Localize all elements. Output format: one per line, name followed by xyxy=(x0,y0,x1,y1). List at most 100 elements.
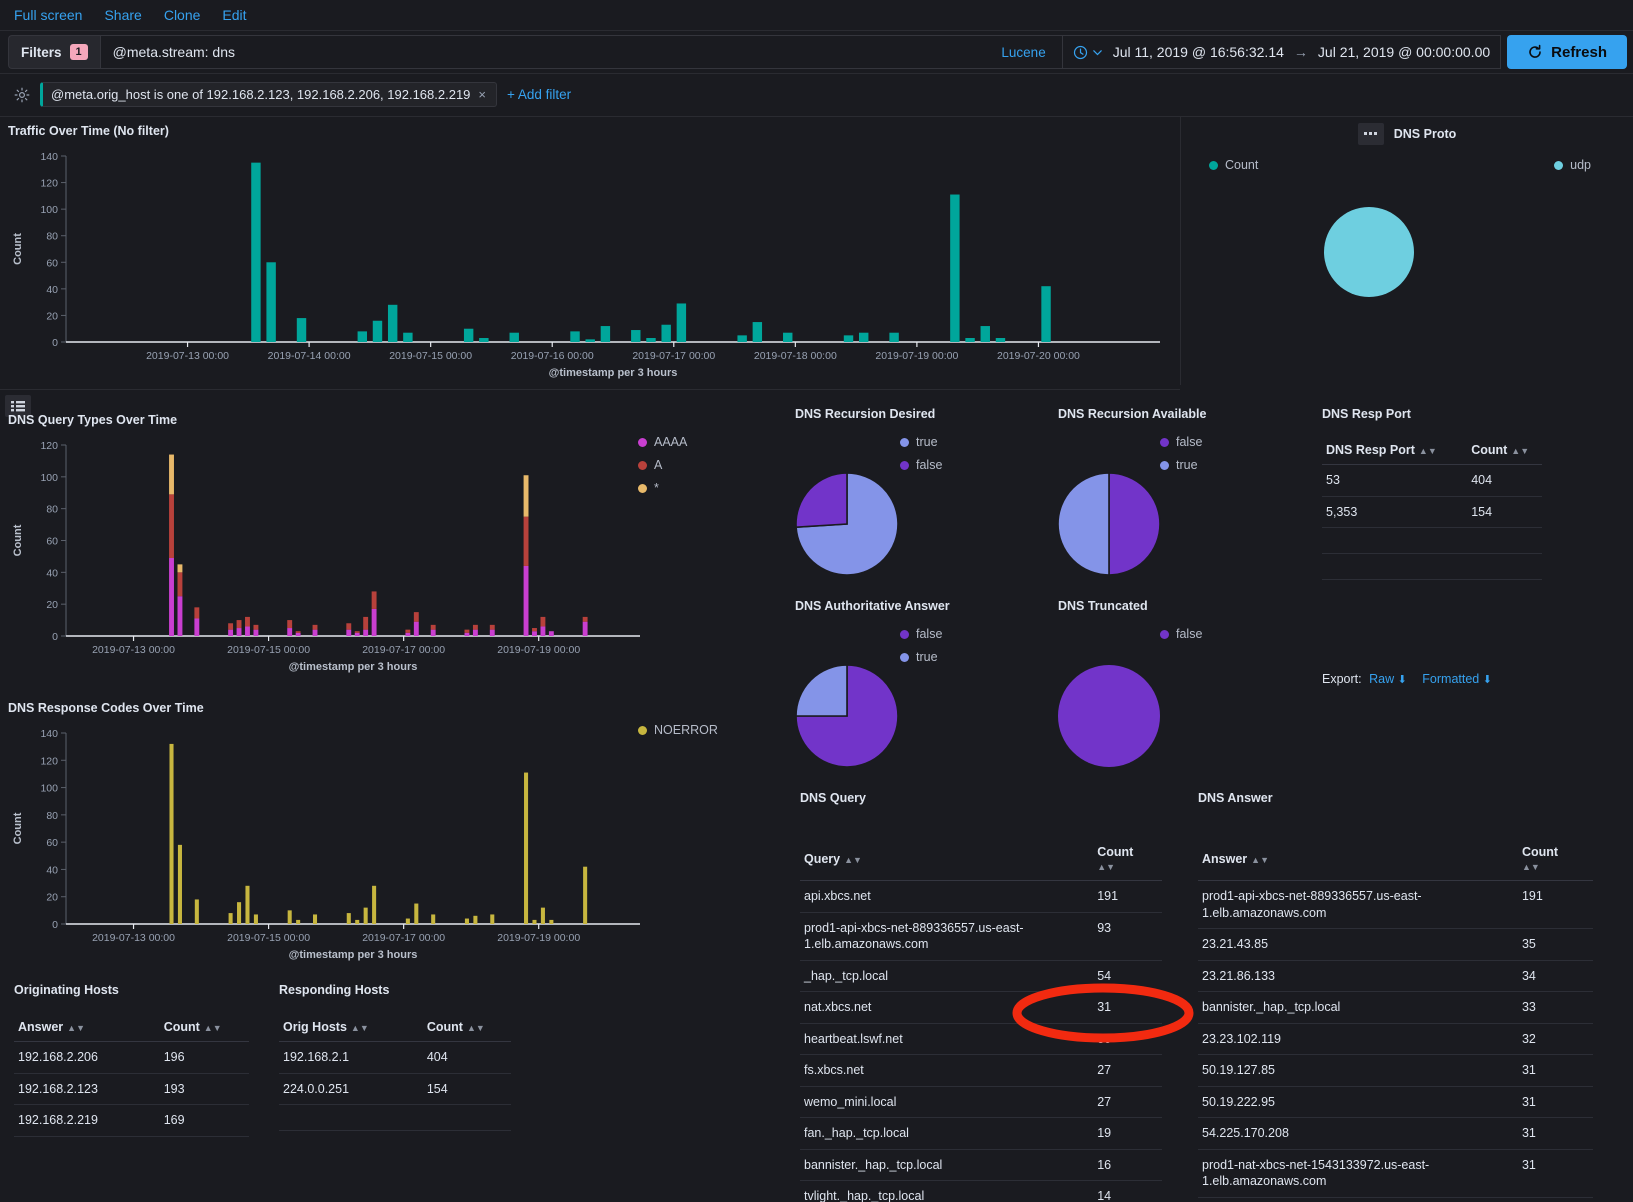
bar[interactable] xyxy=(287,910,292,924)
bar[interactable] xyxy=(1041,286,1051,342)
pie-slice-true[interactable] xyxy=(795,664,848,717)
bar-segment-A[interactable] xyxy=(287,620,293,629)
table-row[interactable]: 50.19.222.95 31 xyxy=(1198,1086,1593,1118)
bar[interactable] xyxy=(479,338,489,342)
bar[interactable] xyxy=(995,338,1006,342)
bar[interactable] xyxy=(889,332,899,342)
bar-segment-A[interactable] xyxy=(245,616,250,627)
table-row[interactable]: 192.168.2.219 169 xyxy=(14,1104,249,1137)
bar-segment-AAAA[interactable] xyxy=(346,629,352,636)
column-header-count[interactable]: Count ▲▼ xyxy=(422,1016,511,1042)
table-row[interactable]: 23.23.102.119 32 xyxy=(1198,1023,1593,1055)
bar-segment-AAAA[interactable] xyxy=(472,629,478,636)
bar-segment-AAAA[interactable] xyxy=(194,618,200,636)
column-header-count[interactable]: Count ▲▼ xyxy=(159,1016,249,1042)
bar-segment-AAAA[interactable] xyxy=(363,629,369,636)
bar[interactable] xyxy=(843,335,854,342)
bar-segment-AAAA[interactable] xyxy=(413,621,419,636)
chart-dns-query-types[interactable]: 0 20 40 60 80 100 120 Count 2019-07-13 00:00 2019… xyxy=(8,427,648,682)
column-header-count[interactable]: Count ▲▼ xyxy=(1517,841,1593,881)
table-row[interactable]: nat.xbcs.net 31 xyxy=(800,991,1162,1024)
pie-truncated[interactable] xyxy=(1047,654,1172,779)
bar-segment-AAAA[interactable] xyxy=(287,628,293,636)
bar[interactable] xyxy=(403,332,413,342)
bar-segment-A[interactable] xyxy=(472,624,478,630)
bar[interactable] xyxy=(549,919,554,924)
bar[interactable] xyxy=(490,914,495,924)
bar[interactable] xyxy=(372,885,377,924)
bar[interactable] xyxy=(414,903,419,924)
bar[interactable] xyxy=(737,335,747,342)
column-header-count[interactable]: Count ▲▼ xyxy=(1093,841,1162,881)
legend-item-star[interactable]: * xyxy=(638,481,687,495)
legend-item-false[interactable]: false xyxy=(1160,435,1202,449)
table-row[interactable]: api.xbcs.net 191 xyxy=(800,880,1162,913)
bar[interactable] xyxy=(312,914,318,924)
refresh-button[interactable]: Refresh xyxy=(1507,35,1627,69)
bar-segment-A[interactable] xyxy=(523,516,529,566)
bar-segment-A[interactable] xyxy=(532,628,537,632)
bar[interactable] xyxy=(296,919,301,924)
bar-segment-A[interactable] xyxy=(371,591,377,609)
bar-segment-AAAA[interactable] xyxy=(228,629,234,636)
date-start[interactable]: Jul 11, 2019 @ 16:56:32.14 xyxy=(1113,44,1284,60)
pie-authoritative-answer[interactable] xyxy=(785,654,910,779)
table-row[interactable]: prod1-api-xbcs-net-889336557.us-east-1.e… xyxy=(800,912,1162,961)
bar-segment-AAAA[interactable] xyxy=(253,629,259,636)
column-header-count[interactable]: Count ▲▼ xyxy=(1467,439,1542,465)
table-row[interactable]: tvlight._hap._tcp.local 14 xyxy=(800,1180,1162,1202)
bar-segment-AAAA[interactable] xyxy=(430,629,436,636)
chart-traffic-over-time[interactable]: 0 20 40 60 80 100 120 140 Count 2019-07-13 00:00 2… xyxy=(8,138,1168,388)
bar-segment-*[interactable] xyxy=(169,454,174,495)
table-row[interactable]: wemo_mini.local 27 xyxy=(800,1086,1162,1118)
bar[interactable] xyxy=(858,332,869,342)
bar[interactable] xyxy=(532,919,537,924)
bar-segment-AAAA[interactable] xyxy=(532,631,537,636)
table-row[interactable]: _hap._tcp.local 54 xyxy=(800,960,1162,992)
bar[interactable] xyxy=(431,914,436,924)
bar[interactable] xyxy=(463,328,474,342)
bar[interactable] xyxy=(676,303,687,342)
bar-segment-AAAA[interactable] xyxy=(169,558,174,636)
bar-segment-A[interactable] xyxy=(346,623,352,630)
bar[interactable] xyxy=(585,339,595,342)
bar[interactable] xyxy=(783,332,793,342)
bar[interactable] xyxy=(251,162,261,342)
bar-segment-A[interactable] xyxy=(236,620,242,629)
bar-segment-A[interactable] xyxy=(464,629,470,633)
bar[interactable] xyxy=(464,918,469,924)
column-header-query[interactable]: Query ▲▼ xyxy=(800,841,1094,881)
bar[interactable] xyxy=(509,332,519,342)
bar[interactable] xyxy=(253,914,258,924)
table-row[interactable]: heartbeat.lswf.net 30 xyxy=(800,1023,1162,1055)
export-raw-link[interactable]: Raw ⬇ xyxy=(1369,672,1407,686)
bar[interactable] xyxy=(237,902,242,924)
bar-segment-A[interactable] xyxy=(312,624,318,630)
query-language-link[interactable]: Lucene xyxy=(1001,45,1049,60)
legend-item-noerror[interactable]: NOERROR xyxy=(638,723,718,737)
bar[interactable] xyxy=(583,866,588,924)
bar-segment-AAAA[interactable] xyxy=(177,596,183,636)
bar[interactable] xyxy=(169,743,174,924)
bar-segment-A[interactable] xyxy=(405,629,411,633)
bar[interactable] xyxy=(752,322,763,342)
bar[interactable] xyxy=(177,844,182,924)
bar-segment-A[interactable] xyxy=(354,631,360,633)
clone-link[interactable]: Clone xyxy=(164,7,201,23)
bar[interactable] xyxy=(228,913,233,924)
pie-dns-proto[interactable] xyxy=(1181,172,1633,352)
table-row[interactable]: 53 404 xyxy=(1322,464,1542,497)
bar[interactable] xyxy=(405,918,410,924)
bar-segment-AAAA[interactable] xyxy=(245,626,250,636)
bar-segment-AAAA[interactable] xyxy=(354,632,360,636)
bar[interactable] xyxy=(194,899,199,924)
bar-segment-AAAA[interactable] xyxy=(371,608,377,636)
column-header-answer[interactable]: Answer ▲▼ xyxy=(1198,841,1518,881)
bar[interactable] xyxy=(980,326,990,342)
bar[interactable] xyxy=(357,331,368,342)
pie-slice-false[interactable] xyxy=(1058,665,1160,767)
bar-segment-AAAA[interactable] xyxy=(295,632,301,636)
bar-segment-A[interactable] xyxy=(228,623,234,630)
legend-item-false[interactable]: false xyxy=(1160,627,1202,641)
pie-recursion-desired[interactable] xyxy=(785,462,910,587)
